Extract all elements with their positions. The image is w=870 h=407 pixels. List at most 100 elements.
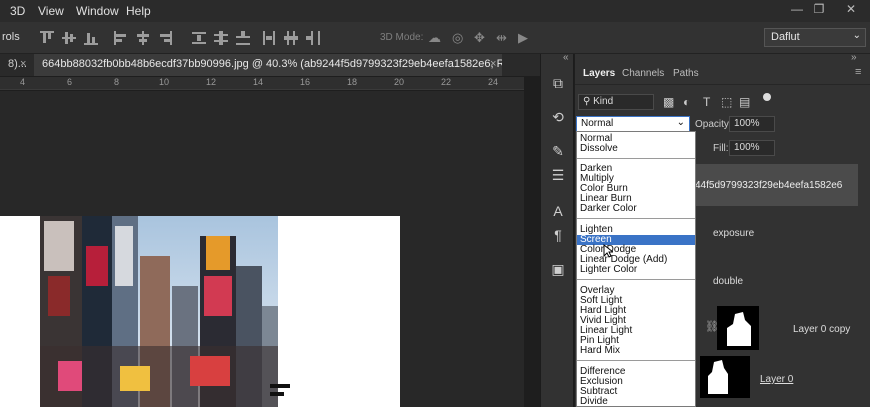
tab-active-title: 664bb88032fb0bb48b6ecdf37bb90996.jpg @ 4… [42,58,502,70]
layer-thumbnail[interactable] [700,356,750,398]
ruler-label: 14 [253,77,264,87]
menu-3d[interactable]: 3D [10,4,25,18]
divider [577,279,695,280]
ruler-label: 16 [300,77,311,87]
filter-shape-icon[interactable]: ⬚ [721,95,732,109]
distribute-top-icon[interactable] [192,31,206,45]
minimize-icon[interactable]: — [790,2,804,16]
tab-previous-close-icon[interactable]: × [20,58,26,70]
document-canvas[interactable] [0,216,400,407]
align-hcenter-icon[interactable] [136,31,150,45]
3d-mode-label: 3D Mode: [380,32,424,43]
ruler-label: 8 [114,77,120,87]
history-icon[interactable]: ⧉ [549,74,567,92]
options-label: rols [2,31,20,43]
menu-bar: 3D View Window Help — ❐ ✕ [0,0,870,22]
orbit-3d-icon[interactable]: ☁ [428,30,441,46]
restore-icon[interactable]: ❐ [812,2,826,16]
blend-option[interactable]: Dissolve [577,144,695,154]
workspace-value: Daflut [771,31,800,43]
panel-menu-icon[interactable]: ≡ [855,66,861,78]
menu-help[interactable]: Help [126,4,151,18]
ruler-label: 18 [347,77,358,87]
align-left-icon[interactable] [114,31,128,45]
distribute-left-icon[interactable] [262,31,276,45]
opacity-value: 100% [734,118,760,129]
blend-option[interactable]: Divide [577,397,695,407]
fill-input[interactable]: 100% [729,140,775,156]
paragraph-icon[interactable]: ¶ [549,226,567,244]
layer-mask-thumbnail[interactable] [717,306,759,350]
workspace-select[interactable]: Daflut ⌄ [764,28,866,47]
options-bar: rols 3D Mode: ☁ ◎ ✥ ⇹ ▶ Daflut ⌄ [0,22,870,54]
tab-active-document[interactable]: 664bb88032fb0bb48b6ecdf37bb90996.jpg @ 4… [34,54,502,76]
divider [577,158,695,159]
ruler-label: 6 [67,77,73,87]
layer-name: Layer 0 copy [793,324,851,335]
blend-mode-value: Normal [581,118,614,129]
layer-row[interactable]: ⛓ Layer 0 copy [695,304,870,352]
roll-3d-icon[interactable]: ◎ [452,30,463,46]
distribute-bottom-icon[interactable] [236,31,250,45]
layer-row-selected[interactable]: 44f5d9799323f29eb4eefa1582e6 [695,164,858,206]
align-bottom-icon[interactable] [84,31,98,45]
document-tab-bar: 8)... × 664bb88032fb0bb48b6ecdf37bb90996… [0,54,540,76]
brush-icon[interactable]: ✎ [549,142,567,160]
ruler-label: 4 [20,77,26,87]
distribute-hcenter-icon[interactable] [284,31,298,45]
filter-image-icon[interactable]: ▩ [663,95,674,109]
search-icon: ⚲ [583,96,594,107]
camera-3d-icon[interactable]: ▶ [518,30,528,46]
blend-option[interactable]: Darker Color [577,204,695,214]
blend-option[interactable]: Lighter Color [577,265,695,275]
filter-toggle-icon[interactable] [763,93,771,101]
align-right-icon[interactable] [158,31,172,45]
filter-type-icon[interactable]: T [703,95,710,109]
city-photo-image [40,216,290,407]
blend-option[interactable]: Hard Mix [577,346,695,356]
horizontal-ruler[interactable]: 4 6 8 10 12 14 16 18 20 22 24 [0,77,524,90]
chevron-down-icon: ⌄ [852,30,861,41]
ruler-label: 22 [441,77,452,87]
layer-name: double [713,276,744,287]
fill-label: Fill: [713,143,729,154]
character-icon[interactable]: A [549,202,567,220]
layer-row[interactable]: Layer 0 [695,354,870,400]
blend-mode-select[interactable]: Normal ⌄ [576,116,690,132]
fill-value: 100% [734,142,760,153]
divider [577,360,695,361]
opacity-label: Opacity: [695,119,732,130]
menu-view[interactable]: View [38,4,64,18]
tab-active-close-icon[interactable]: × [490,58,496,70]
actions-icon[interactable]: ⟲ [549,108,567,126]
pan-3d-icon[interactable]: ✥ [474,30,485,46]
divider [577,218,695,219]
tab-channels[interactable]: Channels [622,68,664,79]
adjustments-icon[interactable]: ☰ [549,166,567,184]
collapse-icon[interactable]: « [563,52,569,63]
distribute-vcenter-icon[interactable] [214,31,228,45]
panel-collapse-icon[interactable]: » [851,52,857,63]
mouse-cursor-icon [603,244,613,258]
slide-3d-icon[interactable]: ⇹ [496,30,507,46]
filter-smart-object-icon[interactable]: ▤ [739,95,750,109]
side-panel-strip: « ⧉ ⟲ ✎ ☰ A ¶ ▣ [540,52,574,407]
menu-window[interactable]: Window [76,4,119,18]
tab-layers[interactable]: Layers [583,68,615,79]
ruler-label: 12 [206,77,217,87]
tab-paths[interactable]: Paths [673,68,699,79]
align-top-icon[interactable] [40,31,54,45]
layer-name: 44f5d9799323f29eb4eefa1582e6 [695,180,843,191]
ruler-label: 24 [488,77,499,87]
opacity-input[interactable]: 100% [729,116,775,132]
libraries-icon[interactable]: ▣ [549,260,567,278]
close-icon[interactable]: ✕ [844,2,858,16]
align-vcenter-icon[interactable] [62,31,76,45]
layer-name: exposure [713,228,755,239]
filter-adjustment-icon[interactable]: ◐ [683,95,690,109]
divider [575,84,870,85]
kind-filter-select[interactable]: ⚲ Kind [578,94,654,110]
kind-filter-value: Kind [593,96,614,107]
distribute-right-icon[interactable] [306,31,320,45]
blend-mode-dropdown: Normal Dissolve Darken Multiply Color Bu… [576,131,696,407]
